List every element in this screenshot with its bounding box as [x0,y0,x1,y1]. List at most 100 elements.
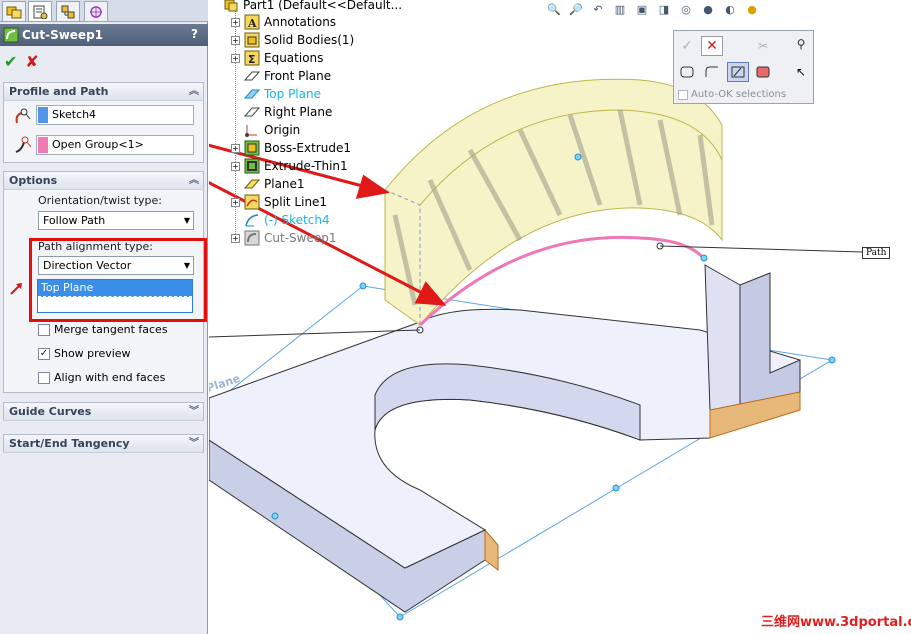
path-selection-box[interactable]: Open Group<1> [36,135,194,155]
tree-item[interactable]: (-) Sketch4 [231,211,330,229]
start-end-tangency-header[interactable]: Start/End Tangency ︾ [3,434,204,453]
path-callout[interactable]: Path [862,247,891,259]
reject-icon[interactable]: ✕ [701,36,723,56]
merge-tangent-label: Merge tangent faces [54,323,168,336]
align-end-checkbox[interactable] [38,372,50,384]
merge-tangent-checkbox[interactable] [38,324,50,336]
tree-item[interactable]: Front Plane [231,67,331,85]
apply-scene-icon[interactable]: ◐ [721,1,739,17]
expand-toggle-icon[interactable]: + [231,161,240,171]
select-pointer-icon[interactable]: ↖ [790,62,812,82]
auto-ok-label: Auto-OK selections [691,89,787,100]
direction-vector-icon [10,283,22,295]
path-color-swatch [38,137,48,153]
tree-root[interactable]: Part1 (Default<<Default... [223,0,402,14]
feature-title: Cut-Sweep1 [22,28,104,42]
display-style-icon[interactable]: ◨ [655,1,673,17]
edit-appearance-icon[interactable]: ● [699,1,717,17]
ok-button[interactable]: ✔ [4,52,17,71]
cancel-button[interactable]: ✘ [25,52,38,71]
tree-item[interactable]: + Extrude-Thin1 [231,157,348,175]
accept-icon[interactable]: ✓ [676,36,698,56]
options-header[interactable]: Options ︽ [3,171,204,190]
path-value: Open Group<1> [52,138,144,151]
view-settings-icon[interactable]: ● [743,1,761,17]
view-orientation-icon[interactable]: ▣ [633,1,651,17]
configuration-manager-icon [61,5,75,18]
orientation-dropdown[interactable]: Follow Path ▼ [38,211,194,230]
select-open-loop-icon[interactable] [701,62,723,82]
profile-selection-box[interactable]: Sketch4 [36,105,194,125]
svg-text:A: A [247,17,257,30]
select-closed-loop-icon[interactable] [676,62,698,82]
guide-curves-header[interactable]: Guide Curves ︾ [3,402,204,421]
tree-item-label: Cut-Sweep1 [264,231,337,245]
expand-toggle-icon[interactable]: + [231,53,240,63]
tree-item[interactable]: + Cut-Sweep1 [231,229,336,247]
hide-show-icon[interactable]: ◎ [677,1,695,17]
help-button[interactable]: ? [191,27,198,41]
dropdown-arrow-icon: ▼ [183,216,190,225]
tree-item[interactable]: + A Annotations [231,13,336,31]
tree-item[interactable]: Plane1 [231,175,305,193]
tree-item-label: Boss-Extrude1 [264,141,351,155]
tree-item-label: Extrude-Thin1 [264,159,348,173]
expand-toggle-icon[interactable]: + [231,17,240,27]
section-view-icon[interactable]: ▥ [611,1,629,17]
auto-ok-option[interactable]: Auto-OK selections [678,89,786,100]
clear-selection-icon[interactable]: ✂ [752,36,774,56]
tree-item-label: Top Plane [264,87,321,101]
tree-item[interactable]: + Σ Equations [231,49,323,67]
tree-item[interactable]: + Split Line1 [231,193,327,211]
selection-toolbar: ✓ ✕ ✂ ⚲ ↖ Auto-OK selections [673,30,814,104]
split-line-icon [244,194,260,210]
tab-feature-manager[interactable] [2,1,26,21]
watermark: 三维网www.3dportal.cn [761,615,911,630]
expand-toggle-icon[interactable]: + [231,233,240,243]
zoom-to-fit-icon[interactable]: 🔍 [545,1,563,17]
origin-icon [244,122,260,138]
profile-icon [15,108,31,124]
show-preview-checkbox[interactable]: ✓ [38,348,50,360]
equations-icon: Σ [244,50,260,66]
profile-path-header[interactable]: Profile and Path ︽ [3,82,204,101]
heads-up-toolbar: 🔍 🔎 ↶ ▥ ▣ ◨ ◎ ● ◐ ● [545,0,761,18]
pin-icon[interactable]: ⚲ [790,34,812,54]
tree-item[interactable]: Top Plane [231,85,321,103]
tree-item[interactable]: Origin [231,121,300,139]
tab-property-manager[interactable] [28,1,52,21]
tree-item[interactable]: + Boss-Extrude1 [231,139,351,157]
tree-item-label: Origin [264,123,301,137]
boss-extrude-icon [244,140,260,156]
tree-root-label: Part1 (Default<<Default... [243,0,403,12]
auto-ok-checkbox[interactable] [678,89,688,100]
manager-tabs [0,0,208,22]
property-manager: Cut-Sweep1 ? ✔ ✘ Profile and Path ︽ Sket… [0,0,208,634]
ok-cancel-bar: ✔ ✘ [4,50,39,72]
select-region-icon[interactable] [727,62,749,82]
options-title: Options [9,174,58,187]
solid-bodies-icon [244,32,260,48]
tree-item-label: Plane1 [264,177,305,191]
right-block-front [704,264,741,411]
start-end-tangency-title: Start/End Tangency [9,437,130,450]
expand-icon: ︾ [189,406,199,417]
profile-color-swatch [38,107,48,123]
tree-item[interactable]: + Solid Bodies(1) [231,31,354,49]
tree-item-label: Solid Bodies(1) [264,33,355,47]
tree-item-label: Equations [264,51,324,65]
expand-toggle-icon[interactable]: + [231,197,240,207]
zoom-area-icon[interactable]: 🔎 [567,1,585,17]
orientation-label: Orientation/twist type: [38,194,162,207]
tab-dimxpert[interactable] [84,1,108,21]
plane-selected-icon [244,86,260,102]
tab-configuration-manager[interactable] [56,1,80,21]
previous-view-icon[interactable]: ↶ [589,1,607,17]
expand-toggle-icon[interactable]: + [231,143,240,153]
cut-face-front [484,528,499,572]
select-face-icon[interactable] [752,62,774,82]
expand-toggle-icon[interactable]: + [231,35,240,45]
tree-item-label: Annotations [264,15,337,29]
feature-title-bar: Cut-Sweep1 ? [0,24,208,46]
tree-item[interactable]: Right Plane [231,103,332,121]
